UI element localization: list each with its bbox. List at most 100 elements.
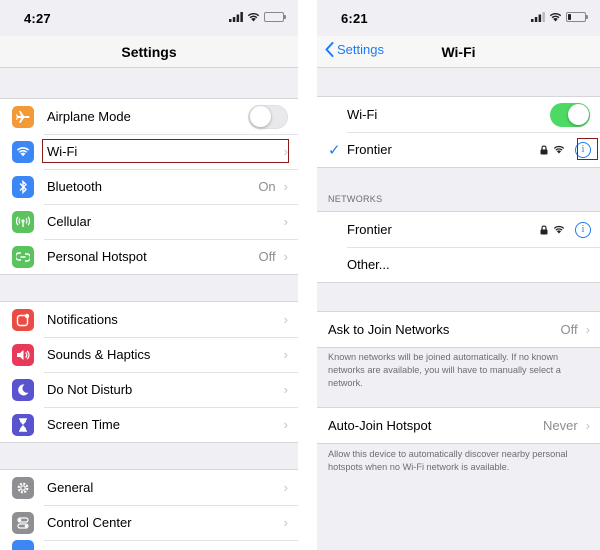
status-icons — [531, 12, 588, 22]
nav-bar: Settings — [0, 36, 298, 68]
settings-item-label: General — [47, 480, 94, 495]
other-network-label: Other... — [347, 257, 390, 272]
ask-to-join-group: Ask to Join Networks Off › — [317, 311, 600, 348]
battery-icon — [566, 12, 588, 22]
auto-join-hotspot-label: Auto-Join Hotspot — [328, 418, 432, 433]
settings-item-label: Airplane Mode — [47, 109, 131, 124]
settings-item-sounds-haptics[interactable]: Sounds & Haptics › — [0, 337, 298, 372]
settings-item-bluetooth[interactable]: Bluetooth On › — [0, 169, 298, 204]
status-time: 6:21 — [341, 11, 368, 26]
page-title: Wi-Fi — [441, 44, 476, 60]
status-icons — [229, 12, 286, 22]
ask-to-join-note: Known networks will be joined automatica… — [328, 352, 561, 388]
lock-icon — [540, 224, 548, 234]
wifi-highlight-box — [42, 139, 289, 163]
bluetooth-value: On — [258, 179, 276, 194]
settings-item-screen-time[interactable]: Screen Time › — [0, 407, 298, 442]
chevron-right-icon: › — [283, 417, 288, 432]
signal-icon — [229, 12, 243, 22]
settings-item-personal-hotspot[interactable]: Personal Hotspot Off › — [0, 239, 298, 274]
settings-item-control-center[interactable]: Control Center › — [0, 505, 298, 540]
settings-group-general: General › Control Center › — [0, 469, 298, 550]
settings-group-notifications: Notifications › Sounds & Haptics › Do No… — [0, 301, 298, 443]
info-icon[interactable]: i — [575, 221, 591, 238]
wifi-icon — [12, 140, 34, 163]
wifi-group: Wi-Fi ✓ Frontier i — [317, 96, 600, 168]
toggles-icon — [12, 511, 34, 534]
network-icons — [540, 224, 565, 235]
settings-screen: 4:27 Settings Airplane Mode Wi-Fi › Blue… — [0, 0, 298, 550]
chevron-right-icon: › — [585, 418, 590, 433]
wifi-status-icon — [549, 12, 562, 22]
chevron-right-icon: › — [283, 382, 288, 397]
hotspot-icon — [12, 245, 34, 268]
settings-item-label: Notifications — [47, 312, 118, 327]
chevron-right-icon: › — [283, 179, 288, 194]
networks-section-header: NETWORKS — [328, 194, 383, 204]
chevron-right-icon: › — [283, 312, 288, 327]
airplane-icon — [12, 105, 34, 128]
network-row[interactable]: Frontier i — [317, 212, 600, 247]
chevron-right-icon: › — [585, 322, 590, 337]
cellular-icon — [12, 210, 34, 233]
notifications-icon — [12, 308, 34, 331]
settings-item-general[interactable]: General › — [0, 470, 298, 505]
nav-bar: Settings Wi-Fi — [317, 36, 600, 68]
network-icons — [540, 144, 565, 155]
network-name: Frontier — [347, 142, 392, 157]
display-icon — [12, 540, 34, 550]
status-bar: 6:21 — [317, 0, 600, 36]
signal-icon — [531, 12, 545, 22]
settings-item-label: Personal Hotspot — [47, 249, 147, 264]
chevron-right-icon: › — [283, 249, 288, 264]
settings-item-label: Cellular — [47, 214, 92, 229]
settings-item-airplane-mode[interactable]: Airplane Mode — [0, 99, 298, 134]
info-highlight-box — [577, 138, 598, 160]
auto-join-hotspot-note: Allow this device to automatically disco… — [328, 449, 568, 472]
personal-hotspot-value: Off — [258, 249, 276, 264]
settings-item-do-not-disturb[interactable]: Do Not Disturb › — [0, 372, 298, 407]
wifi-toggle-row: Wi-Fi — [317, 97, 600, 132]
networks-group: Frontier i Other... — [317, 211, 600, 283]
bluetooth-icon — [12, 175, 34, 198]
settings-item-partial[interactable] — [0, 540, 298, 550]
settings-item-label: Bluetooth — [47, 179, 102, 194]
settings-item-label: Control Center — [47, 515, 132, 530]
wifi-signal-icon — [553, 145, 565, 154]
settings-item-label: Screen Time — [47, 417, 120, 432]
wifi-label: Wi-Fi — [347, 107, 378, 122]
lock-icon — [540, 144, 548, 154]
chevron-right-icon: › — [283, 480, 288, 495]
airplane-mode-toggle[interactable] — [248, 104, 288, 129]
settings-item-cellular[interactable]: Cellular › — [0, 204, 298, 239]
ask-to-join-label: Ask to Join Networks — [328, 322, 450, 337]
status-bar: 4:27 — [0, 0, 298, 36]
auto-join-group: Auto-Join Hotspot Never › — [317, 407, 600, 444]
settings-item-notifications[interactable]: Notifications › — [0, 302, 298, 337]
chevron-right-icon: › — [283, 347, 288, 362]
wifi-status-icon — [247, 12, 260, 22]
gear-icon — [12, 476, 34, 499]
wifi-signal-icon — [553, 225, 565, 234]
status-time: 4:27 — [24, 11, 51, 26]
network-name: Frontier — [347, 222, 392, 237]
ask-to-join-row[interactable]: Ask to Join Networks Off › — [317, 312, 600, 347]
settings-item-label: Do Not Disturb — [47, 382, 133, 397]
wifi-screen: 6:21 Settings Wi-Fi Wi-Fi ✓ Frontier i N… — [317, 0, 600, 550]
other-network-row[interactable]: Other... — [317, 247, 600, 282]
battery-icon — [264, 12, 286, 22]
moon-icon — [12, 378, 34, 401]
wifi-toggle[interactable] — [550, 102, 590, 127]
settings-group-connectivity: Airplane Mode Wi-Fi › Bluetooth On › Cel… — [0, 98, 298, 275]
page-title: Settings — [121, 44, 177, 60]
connected-network-row[interactable]: ✓ Frontier i — [317, 132, 600, 167]
chevron-right-icon: › — [283, 515, 288, 530]
hourglass-icon — [12, 413, 34, 436]
auto-join-hotspot-value: Never — [542, 418, 578, 433]
settings-item-label: Sounds & Haptics — [47, 347, 151, 362]
chevron-right-icon: › — [283, 214, 288, 229]
auto-join-hotspot-row[interactable]: Auto-Join Hotspot Never › — [317, 408, 600, 443]
speaker-icon — [12, 343, 34, 366]
ask-to-join-value: Off — [560, 322, 578, 337]
checkmark-icon: ✓ — [328, 141, 341, 159]
